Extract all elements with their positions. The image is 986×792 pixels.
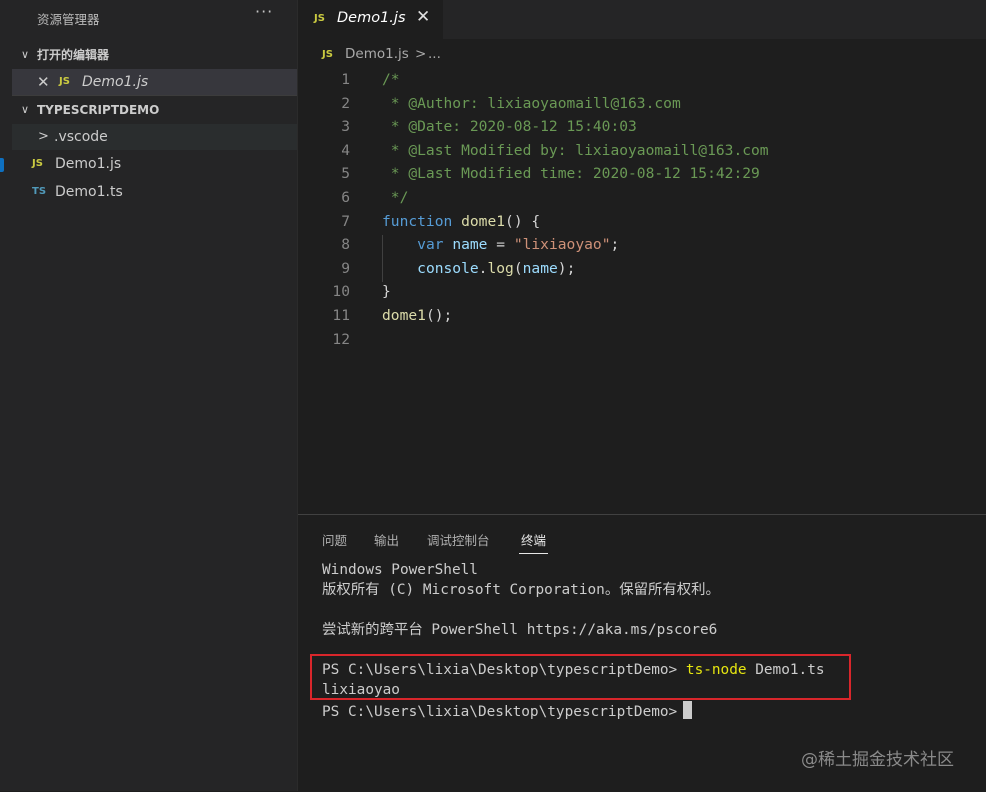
line-number: 2 xyxy=(341,94,350,112)
code-line: * @Date: 2020-08-12 15:40:03 xyxy=(382,115,637,139)
chevron-down-icon: ∨ xyxy=(20,48,30,61)
line-number: 12 xyxy=(332,330,350,348)
code-token: = xyxy=(487,236,514,254)
file-item-demo1-js[interactable]: JS Demo1.js xyxy=(12,151,297,177)
project-label: TYPESCRIPTDEMO xyxy=(37,103,160,117)
breadcrumb-more[interactable]: ... xyxy=(428,44,441,64)
code-line: * @Last Modified time: 2020-08-12 15:42:… xyxy=(382,162,760,186)
js-file-icon: JS xyxy=(59,76,70,87)
code-token: ; xyxy=(610,236,620,254)
code-line: dome1(); xyxy=(382,304,452,328)
code-token: dome1 xyxy=(382,307,426,324)
code-token: dome1 xyxy=(461,212,506,230)
tab-debug-console[interactable]: 调试控制台 xyxy=(427,530,490,549)
open-editor-item-demo1-js[interactable]: ✕ JS Demo1.js xyxy=(12,69,297,95)
activity-indicator xyxy=(0,158,4,172)
folder-label: .vscode xyxy=(54,129,108,145)
open-editors-header[interactable]: ∨ 打开的编辑器 xyxy=(12,43,297,67)
project-header[interactable]: ∨ TYPESCRIPTDEMO xyxy=(12,98,297,122)
terminal-cursor xyxy=(683,701,693,719)
highlight-box xyxy=(310,654,851,700)
explorer-sidebar: 资源管理器 ··· ∨ 打开的编辑器 ✕ JS Demo1.js ∨ TYPES… xyxy=(12,0,298,791)
section-divider xyxy=(12,95,297,96)
line-number: 7 xyxy=(341,212,350,230)
explorer-title: 资源管理器 xyxy=(37,12,100,27)
tab-output[interactable]: 输出 xyxy=(374,530,399,549)
code-token: * @Last Modified by: lixiaoyaomaill@163.… xyxy=(382,141,769,159)
line-number: 4 xyxy=(341,141,350,159)
watermark: @稀土掘金技术社区 xyxy=(801,750,954,770)
code-token: var xyxy=(417,236,444,254)
code-token: function xyxy=(382,212,453,230)
code-token: name xyxy=(452,236,488,254)
code-line: * @Last Modified by: lixiaoyaomaill@163.… xyxy=(382,139,769,163)
code-token: */ xyxy=(382,189,409,206)
code-line: console.log(name); xyxy=(382,257,575,281)
active-tab-indicator xyxy=(519,553,548,554)
code-line: */ xyxy=(382,186,409,210)
line-number: 8 xyxy=(341,236,350,254)
code-token: /* xyxy=(382,71,400,88)
code-token: "lixiaoyao" xyxy=(513,236,611,254)
code-line: function dome1() { xyxy=(382,210,540,234)
code-line: } xyxy=(382,280,391,304)
line-number: 3 xyxy=(341,118,350,136)
js-file-icon: JS xyxy=(32,158,43,169)
file-item-demo1-ts[interactable]: TS Demo1.ts xyxy=(12,179,297,205)
tab-bar: JS Demo1.js ✕ xyxy=(298,0,986,39)
line-number: 9 xyxy=(341,259,350,277)
terminal-prompt-line: PS C:\Users\lixia\Desktop\typescriptDemo… xyxy=(322,701,693,721)
folder-item-vscode[interactable]: > .vscode xyxy=(12,124,297,150)
js-file-icon: JS xyxy=(322,49,333,60)
code-token: * @Last Modified time: 2020-08-12 15:42:… xyxy=(382,165,760,183)
more-actions-icon[interactable]: ··· xyxy=(255,2,273,21)
line-number: 10 xyxy=(332,283,350,301)
chevron-down-icon: ∨ xyxy=(20,103,30,116)
code-token: console xyxy=(417,259,479,277)
terminal-line: Windows PowerShell xyxy=(322,562,478,578)
code-token: (); xyxy=(425,307,453,324)
code-line: /* xyxy=(382,68,400,92)
code-token: name xyxy=(522,259,558,277)
breadcrumb-separator: > xyxy=(415,46,427,62)
line-number: 1 xyxy=(341,71,350,88)
terminal-prompt: PS C:\Users\lixia\Desktop\typescriptDemo… xyxy=(322,704,678,720)
line-number: 11 xyxy=(332,307,350,324)
file-label: Demo1.ts xyxy=(55,184,123,200)
tab-terminal[interactable]: 终端 xyxy=(521,530,546,549)
code-token: * @Date: 2020-08-12 15:40:03 xyxy=(382,118,637,136)
code-token: } xyxy=(382,283,391,301)
code-token: * @Author: lixiaoyaomaill@163.com xyxy=(382,94,681,112)
editor-area: JS Demo1.js ✕ JS Demo1.js > ... 12345678… xyxy=(298,0,986,514)
activity-bar-edge xyxy=(0,0,12,791)
tab-label: Demo1.js xyxy=(337,10,406,26)
terminal-line: 版权所有 (C) Microsoft Corporation。保留所有权利。 xyxy=(322,582,720,598)
code-token: ); xyxy=(557,259,576,277)
code-token: ( xyxy=(513,259,523,277)
open-editor-label: Demo1.js xyxy=(82,74,149,90)
breadcrumb-file[interactable]: Demo1.js xyxy=(345,44,409,64)
file-label: Demo1.js xyxy=(55,156,122,172)
code-line: * @Author: lixiaoyaomaill@163.com xyxy=(382,92,681,116)
line-number: 5 xyxy=(341,165,350,183)
close-icon[interactable]: ✕ xyxy=(416,7,430,27)
close-icon[interactable]: ✕ xyxy=(37,69,50,95)
code-line: var name = "lixiaoyao"; xyxy=(382,233,619,257)
chevron-right-icon: > xyxy=(38,129,49,144)
code-token: log xyxy=(487,259,514,277)
open-editors-label: 打开的编辑器 xyxy=(37,48,110,62)
line-number: 6 xyxy=(341,189,350,206)
ts-file-icon: TS xyxy=(32,186,47,197)
terminal-line: 尝试新的跨平台 PowerShell https://aka.ms/pscore… xyxy=(322,622,718,638)
code-token: () { xyxy=(505,212,541,230)
js-file-icon: JS xyxy=(314,13,325,24)
tab-demo1-js[interactable]: JS Demo1.js ✕ xyxy=(298,0,443,39)
tab-problems[interactable]: 问题 xyxy=(322,530,347,549)
